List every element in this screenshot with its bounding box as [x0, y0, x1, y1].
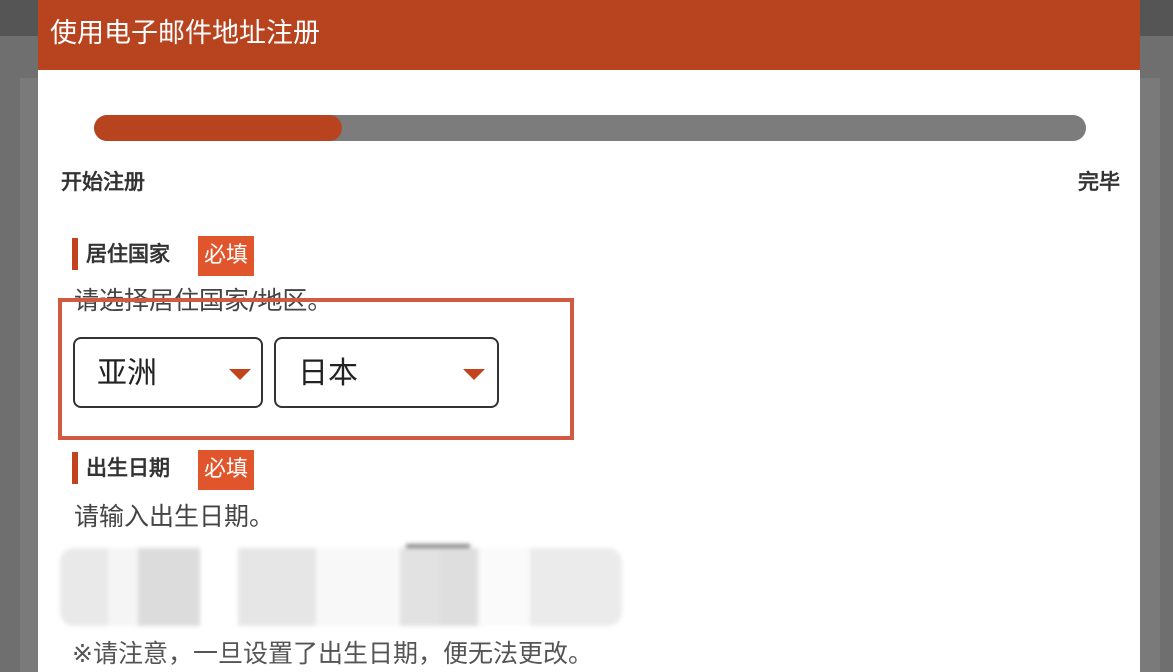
required-badge: 必填 [198, 450, 255, 490]
chevron-down-icon [229, 369, 251, 380]
birthdate-label: 出生日期 [86, 456, 170, 480]
modal-header: 使用电子邮件地址注册 [38, 0, 1140, 70]
section-marker [72, 238, 78, 270]
required-badge: 必填 [198, 236, 255, 276]
modal-title: 使用电子邮件地址注册 [50, 18, 320, 49]
chevron-down-icon [463, 369, 485, 380]
country-select-value: 日本 [298, 356, 358, 391]
backdrop-panel-left [20, 78, 38, 672]
country-select[interactable]: 日本 [274, 337, 499, 408]
birthdate-section-header: 出生日期 必填 [72, 450, 272, 490]
redacted-birthdate-inputs[interactable] [60, 548, 622, 626]
backdrop-panel-right [1140, 78, 1160, 672]
registration-modal: 使用电子邮件地址注册 开始注册 完毕 居住国家 必填 请选择居住国家/地区。 亚… [38, 0, 1140, 672]
progress-start-label: 开始注册 [61, 170, 145, 194]
residence-section-header: 居住国家 必填 [72, 236, 272, 276]
region-select[interactable]: 亚洲 [73, 337, 263, 408]
section-marker [72, 452, 78, 484]
progress-end-label: 完毕 [1078, 170, 1120, 194]
progress-fill [94, 115, 342, 141]
birthdate-hint: 请输入出生日期。 [74, 502, 275, 531]
region-select-value: 亚洲 [97, 356, 157, 391]
birthdate-note: ※请注意，一旦设置了出生日期，便无法更改。 [72, 639, 593, 668]
residence-label: 居住国家 [86, 242, 170, 266]
registration-progress-bar [94, 115, 1086, 141]
